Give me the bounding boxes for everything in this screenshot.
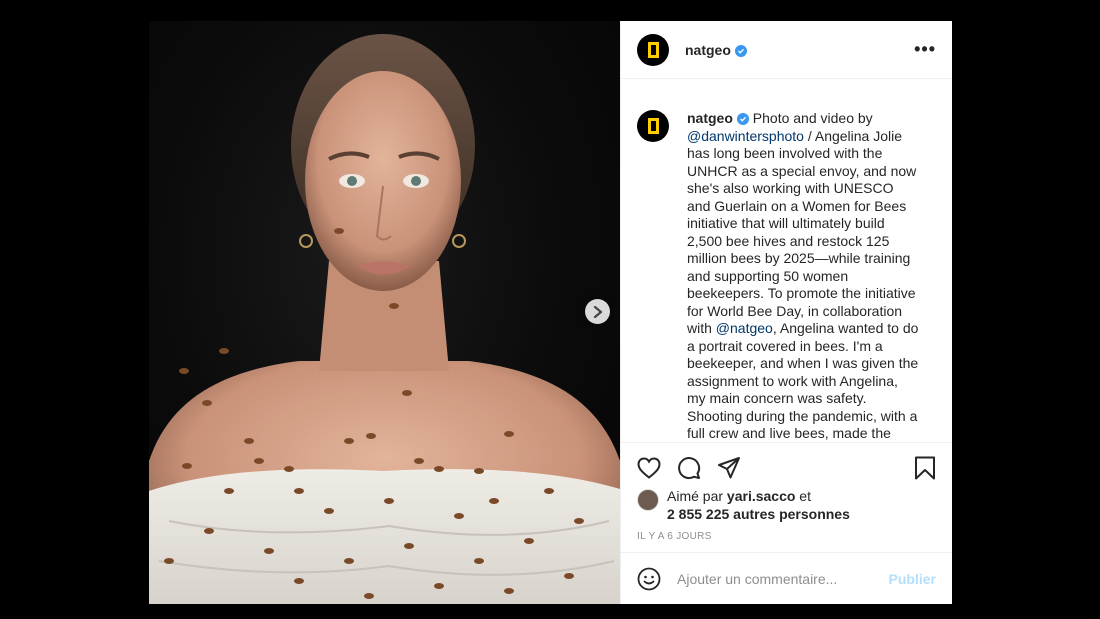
- share-icon: [718, 456, 740, 478]
- verified-badge-icon: [734, 44, 747, 57]
- carousel-next-button[interactable]: [585, 299, 610, 324]
- caption-mention-natgeo[interactable]: @natgeo: [716, 320, 773, 336]
- profile-avatar[interactable]: [637, 33, 669, 66]
- publish-button[interactable]: Publier: [889, 571, 936, 587]
- post-date[interactable]: IL Y A 6 JOURS: [637, 531, 712, 542]
- portrait-illustration: [149, 34, 620, 604]
- liker-username[interactable]: yari.sacco: [727, 488, 796, 504]
- comment-button[interactable]: [677, 456, 701, 480]
- caption-avatar[interactable]: [637, 110, 669, 142]
- likes-prefix: Aimé par: [667, 488, 727, 504]
- likes-summary: Aimé par yari.sacco et 2 855 225 autres …: [637, 487, 936, 523]
- caption-body-2: / Angelina Jolie has long been involved …: [687, 127, 917, 337]
- emoji-icon[interactable]: [637, 567, 661, 591]
- caption-mention-photographer[interactable]: @danwintersphoto: [687, 128, 804, 144]
- save-button[interactable]: [914, 456, 936, 480]
- natgeo-logo-icon: [647, 41, 659, 58]
- header-username-text[interactable]: natgeo: [685, 42, 731, 58]
- chevron-right-icon: [593, 305, 602, 318]
- more-options-icon[interactable]: •••: [914, 39, 936, 60]
- caption-text: natgeo Photo and video by @danwinterspho…: [687, 110, 920, 442]
- header-username[interactable]: natgeo: [685, 42, 747, 58]
- likes-conj: et: [795, 488, 811, 504]
- share-button[interactable]: [717, 456, 741, 480]
- action-bar: [621, 442, 952, 492]
- likes-count[interactable]: 2 855 225 autres personnes: [667, 506, 850, 522]
- heart-icon: [637, 456, 661, 479]
- comment-icon: [678, 456, 701, 479]
- verified-badge-icon: [736, 113, 749, 126]
- caption-body-3: , Angelina wanted to do a portrait cover…: [687, 320, 919, 441]
- comment-box: Ajouter un commentaire... Publier: [621, 552, 952, 604]
- liker-avatar[interactable]: [637, 489, 659, 511]
- caption-username[interactable]: natgeo: [687, 110, 733, 126]
- post-side-panel: natgeo ••• natgeo Photo and video by @da…: [620, 21, 952, 604]
- bookmark-icon: [915, 456, 935, 479]
- natgeo-logo-icon: [647, 118, 659, 134]
- post-image[interactable]: [149, 21, 620, 604]
- comment-input[interactable]: Ajouter un commentaire...: [677, 571, 889, 587]
- caption-body-1: Photo and video by: [752, 110, 873, 126]
- caption-section: natgeo Photo and video by @danwinterspho…: [621, 80, 952, 442]
- post-header: natgeo •••: [621, 21, 952, 79]
- like-button[interactable]: [637, 456, 661, 479]
